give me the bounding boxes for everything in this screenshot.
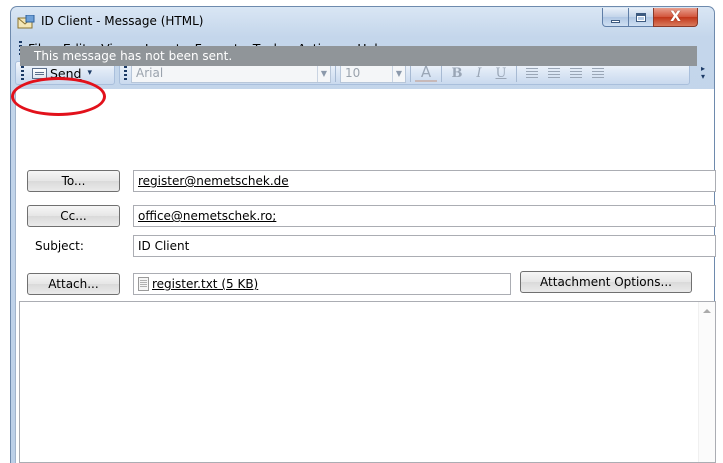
window-title: ID Client - Message (HTML) (41, 14, 204, 28)
info-banner: This message has not been sent. (20, 46, 697, 66)
subject-field[interactable]: ID Client (133, 235, 716, 257)
to-field[interactable]: register@nemetschek.de (133, 170, 716, 192)
send-button[interactable]: Send (28, 63, 85, 83)
title-bar[interactable]: ID Client - Message (HTML) X (11, 7, 714, 37)
to-button[interactable]: To... (27, 170, 120, 192)
toolbar-grip-icon[interactable] (124, 66, 127, 80)
to-button-label: To... (61, 174, 86, 188)
to-recipient[interactable]: register@nemetschek.de (138, 174, 289, 188)
align-center-icon[interactable] (543, 66, 565, 80)
attachment-field[interactable]: register.txt (5 KB) (133, 273, 511, 295)
toolbar-options-icon[interactable]: ▾ (87, 68, 92, 78)
align-left-icon[interactable] (521, 66, 543, 80)
toolbar-separator (441, 64, 442, 82)
subject-value: ID Client (138, 239, 190, 253)
chevron-down-icon[interactable]: ▼ (317, 64, 330, 82)
scroll-up-icon[interactable] (703, 309, 711, 313)
cc-button-label: Cc... (60, 209, 87, 223)
bullets-icon[interactable] (587, 66, 609, 80)
attachment-file[interactable]: register.txt (5 KB) (152, 277, 258, 291)
cc-field[interactable]: office@nemetschek.ro; (133, 205, 716, 227)
subject-label: Subject: (35, 239, 84, 253)
font-name-select[interactable]: Arial ▼ (131, 63, 331, 83)
message-envelope-icon (17, 15, 35, 29)
attach-button-label: Attach... (48, 277, 99, 291)
font-size-value: 10 (345, 66, 361, 80)
toolbar-separator (335, 64, 336, 82)
font-name-value: Arial (136, 66, 164, 80)
message-body[interactable] (19, 301, 716, 463)
minimize-button[interactable] (602, 8, 629, 27)
send-label: Send (50, 65, 82, 81)
attachment-options-label: Attachment Options... (540, 275, 672, 289)
toolbar-separator (516, 64, 517, 82)
underline-icon[interactable]: U (490, 66, 512, 81)
close-icon: X (670, 9, 681, 25)
vertical-scrollbar[interactable] (698, 302, 715, 462)
maximize-icon (636, 12, 646, 22)
cc-recipient[interactable]: office@nemetschek.ro; (138, 209, 276, 223)
toolbar-separator (410, 64, 411, 82)
toolbar-grip-icon[interactable] (21, 66, 24, 80)
chevron-down-icon[interactable]: ▼ (392, 64, 405, 82)
text-file-icon (138, 277, 149, 291)
font-color-icon[interactable]: A (415, 64, 437, 82)
cc-button[interactable]: Cc... (27, 205, 120, 227)
minimize-icon (611, 19, 620, 23)
bold-icon[interactable]: B (446, 66, 468, 81)
font-size-select[interactable]: 10 ▼ (340, 63, 406, 83)
align-right-icon[interactable] (565, 66, 587, 80)
attach-button[interactable]: Attach... (27, 273, 120, 295)
envelope-icon (32, 67, 47, 79)
italic-icon[interactable]: I (468, 66, 490, 81)
toolbar-overflow-icon[interactable]: ▸ ▾ (701, 65, 709, 81)
attachment-options-button[interactable]: Attachment Options... (520, 271, 692, 293)
close-button[interactable]: X (653, 8, 698, 27)
maximize-button[interactable] (628, 8, 654, 27)
